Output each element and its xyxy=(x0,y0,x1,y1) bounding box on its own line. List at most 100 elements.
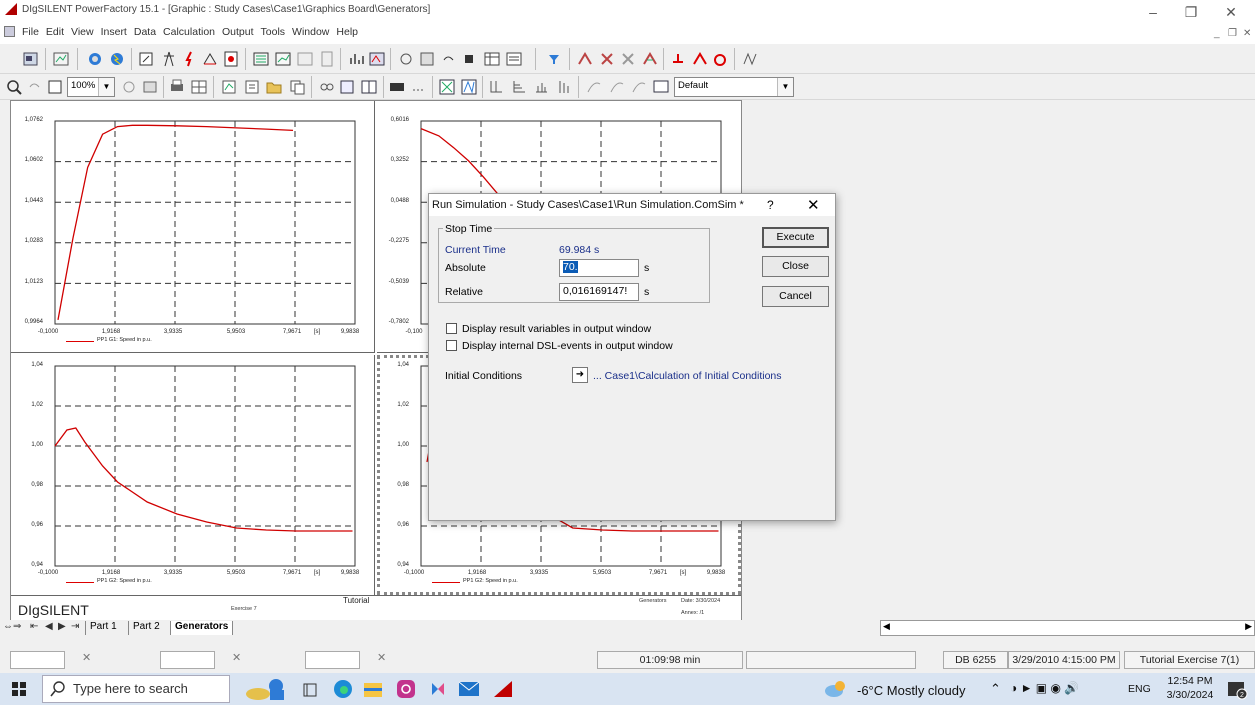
notification-icon[interactable]: 2 xyxy=(1226,680,1248,700)
zoom-back-icon[interactable] xyxy=(25,78,43,96)
mdi-minimize-button[interactable]: _ xyxy=(1214,28,1220,39)
people-illustration-icon[interactable] xyxy=(244,676,294,702)
menu-insert[interactable]: Insert xyxy=(101,26,127,38)
prev-page-icon[interactable]: ◀ xyxy=(45,621,53,632)
clock-date[interactable]: 3/30/2024 xyxy=(1163,689,1217,701)
zoom-icon[interactable] xyxy=(5,78,23,96)
zoom-select[interactable]: 100% ▼ xyxy=(67,77,115,97)
curve-a-icon[interactable] xyxy=(585,78,603,96)
menu-edit[interactable]: Edit xyxy=(46,26,64,38)
relative-time-input[interactable]: 0,016169147! xyxy=(559,283,639,301)
tab-part-2[interactable]: Part 2 xyxy=(128,621,164,635)
scroll-left-icon[interactable]: ◀ xyxy=(883,621,890,632)
taskbar-search[interactable]: Type here to search xyxy=(42,675,230,703)
pan-icon[interactable] xyxy=(120,78,138,96)
instagram-icon[interactable] xyxy=(396,679,416,699)
arrow-right-icon[interactable]: ➜ xyxy=(572,367,588,383)
file-explorer-icon[interactable] xyxy=(363,680,383,698)
simulation-icon[interactable] xyxy=(368,50,386,68)
weather-text[interactable]: -6°C Mostly cloudy xyxy=(857,683,966,698)
tool-c-icon[interactable] xyxy=(619,50,637,68)
menu-view[interactable]: View xyxy=(71,26,94,38)
filter-icon[interactable] xyxy=(545,50,563,68)
print-preview-icon[interactable] xyxy=(418,50,436,68)
menu-calculation[interactable]: Calculation xyxy=(163,26,215,38)
cancel-button[interactable]: Cancel xyxy=(762,286,829,307)
last-page-icon[interactable]: ⇥ xyxy=(71,621,79,632)
layout-icon[interactable] xyxy=(360,78,378,96)
mdi-close-button[interactable]: ✕ xyxy=(1243,28,1251,39)
language-indicator[interactable]: ENG xyxy=(1128,683,1151,695)
tool-d-icon[interactable] xyxy=(641,50,659,68)
short-circuit-icon[interactable] xyxy=(108,50,126,68)
mail-icon[interactable] xyxy=(458,680,480,698)
graph2-icon[interactable] xyxy=(296,50,314,68)
table-icon[interactable] xyxy=(483,50,501,68)
first-page-icon[interactable]: ⇤ xyxy=(30,621,38,632)
tool-a-icon[interactable] xyxy=(576,50,594,68)
flash-icon[interactable] xyxy=(181,50,199,68)
nav-arrows-icon[interactable]: ⇔⇒ xyxy=(3,621,21,632)
display-dsl-events-checkbox[interactable] xyxy=(446,340,457,351)
edge-icon[interactable] xyxy=(333,679,353,699)
help-button[interactable]: ? xyxy=(767,198,774,212)
grid-icon[interactable] xyxy=(190,78,208,96)
tool-f-icon[interactable] xyxy=(691,50,709,68)
copilot-icon[interactable] xyxy=(428,679,448,699)
execute-button[interactable]: Execute xyxy=(762,227,829,248)
tray-icons[interactable]: ◑ ► ▣ ◉ 🔊 xyxy=(1010,681,1079,695)
document-icon[interactable] xyxy=(4,26,15,37)
folder-icon[interactable] xyxy=(265,78,283,96)
task-view-icon[interactable] xyxy=(302,682,318,698)
plot-g1-speed[interactable]: 1,0762 1,0602 1,0443 1,0283 1,0123 0,996… xyxy=(11,101,375,353)
mdi-restore-button[interactable]: ❐ xyxy=(1228,28,1237,39)
tool-h-icon[interactable] xyxy=(740,50,758,68)
powerfactory-taskbar-icon[interactable] xyxy=(492,679,514,699)
edit-icon[interactable] xyxy=(137,50,155,68)
chart-a-icon[interactable] xyxy=(438,78,456,96)
menu-output[interactable]: Output xyxy=(222,26,254,38)
minimized-close[interactable]: ✕ xyxy=(232,651,241,669)
menu-window[interactable]: Window xyxy=(292,26,329,38)
results-icon[interactable] xyxy=(252,50,270,68)
windows-start-icon[interactable] xyxy=(12,682,26,696)
tool-g-icon[interactable] xyxy=(712,50,730,68)
insert-page-icon[interactable] xyxy=(243,78,261,96)
chart-b-icon[interactable] xyxy=(460,78,478,96)
close-button[interactable]: Close xyxy=(762,256,829,277)
data-manager-icon[interactable] xyxy=(52,50,70,68)
chevron-up-icon[interactable]: ⌃ xyxy=(990,681,1001,697)
tool-b-icon[interactable] xyxy=(598,50,616,68)
link-icon[interactable] xyxy=(318,78,336,96)
menu-tools[interactable]: Tools xyxy=(261,26,286,38)
menu-file[interactable]: File xyxy=(22,26,39,38)
page-icon[interactable] xyxy=(318,50,336,68)
zoom-box-icon[interactable] xyxy=(46,78,64,96)
style-select[interactable]: Default ▼ xyxy=(674,77,794,97)
initial-conditions-link[interactable]: ... Case1\Calculation of Initial Conditi… xyxy=(593,370,782,382)
curve-c-icon[interactable] xyxy=(630,78,648,96)
horizontal-scrollbar[interactable]: ◀ ▶ xyxy=(880,620,1255,636)
report-icon[interactable] xyxy=(222,50,240,68)
legend-icon[interactable] xyxy=(388,78,406,96)
dialog-close-button[interactable]: ✕ xyxy=(807,196,820,214)
tab-part-1[interactable]: Part 1 xyxy=(85,621,121,635)
list-icon[interactable] xyxy=(505,50,523,68)
print-icon[interactable] xyxy=(168,78,186,96)
pf-icon[interactable] xyxy=(338,78,356,96)
load-flow-icon[interactable] xyxy=(86,50,104,68)
minimized-close[interactable]: ✕ xyxy=(82,651,91,669)
minimized-window[interactable] xyxy=(10,651,65,669)
hand-icon[interactable] xyxy=(397,50,415,68)
stats-icon[interactable] xyxy=(348,50,366,68)
display-result-variables-checkbox[interactable] xyxy=(446,323,457,334)
menu-help[interactable]: Help xyxy=(336,26,358,38)
axis-icon[interactable] xyxy=(487,78,505,96)
insert-plot-icon[interactable] xyxy=(220,78,238,96)
clock-time[interactable]: 12:54 PM xyxy=(1163,675,1217,687)
axis2-icon[interactable] xyxy=(510,78,528,96)
freeze-icon[interactable] xyxy=(141,78,159,96)
axis3-icon[interactable] xyxy=(532,78,550,96)
open-project-icon[interactable] xyxy=(22,50,40,68)
tower-icon[interactable] xyxy=(160,50,178,68)
